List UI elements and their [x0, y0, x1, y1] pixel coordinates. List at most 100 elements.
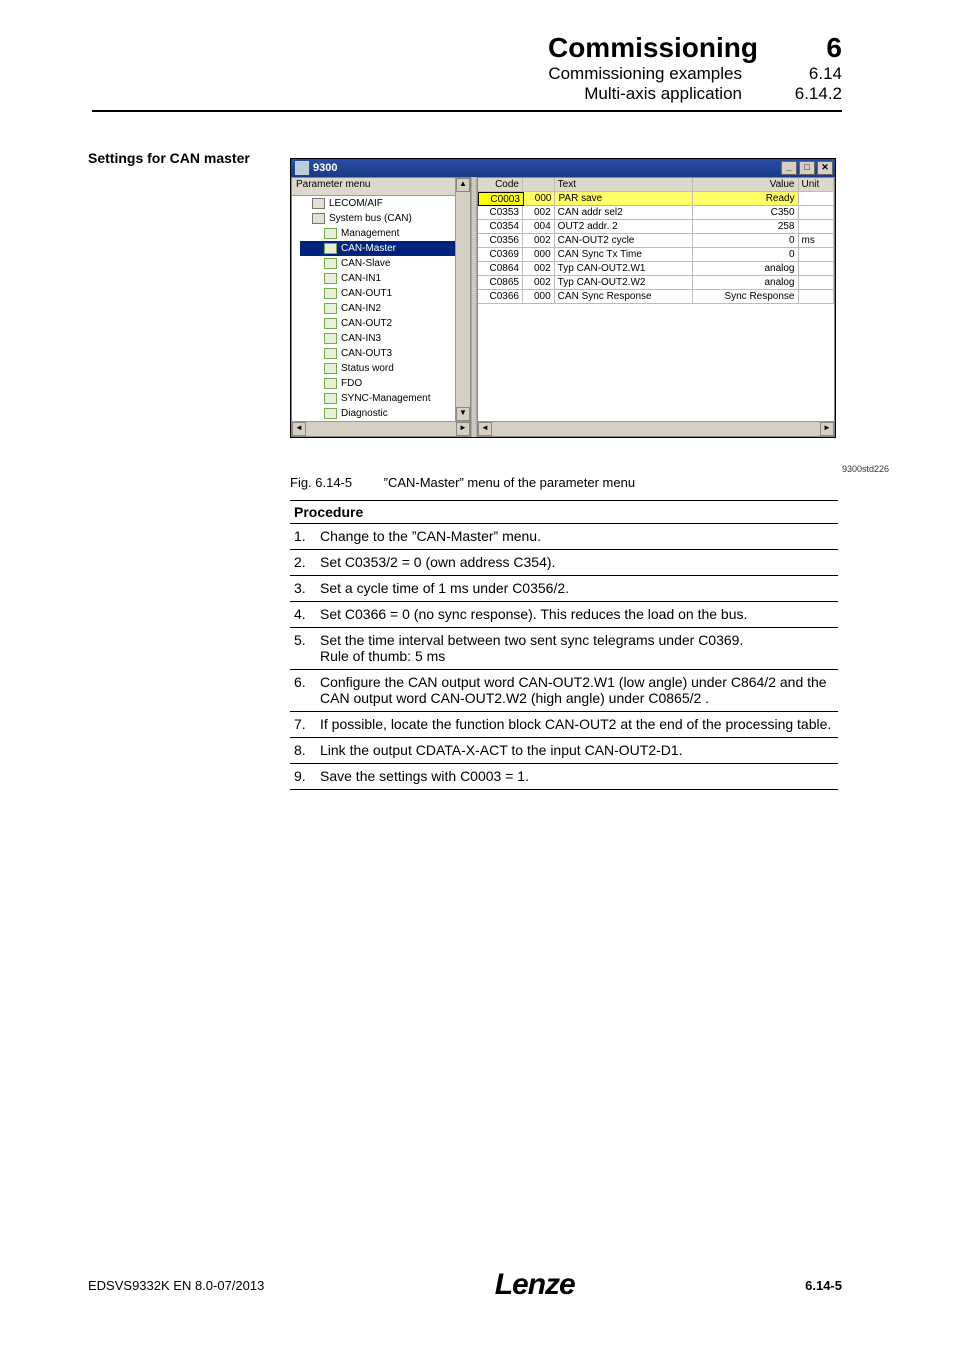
folder-icon: [324, 288, 337, 299]
table-row[interactable]: C0353002CAN addr sel2C350: [478, 206, 834, 220]
step-text: Set C0353/2 = 0 (own address C354).: [320, 554, 834, 570]
step-text: Set the time interval between two sent s…: [320, 632, 834, 664]
cell-value: Ready: [693, 192, 798, 206]
step-text: Change to the ”CAN-Master” menu.: [320, 528, 834, 544]
tree-hscroll[interactable]: ◄ ►: [292, 421, 470, 436]
footer-logo: Lenze: [495, 1268, 575, 1302]
page-header: Commissioning 6 Commissioning examples 6…: [382, 32, 842, 104]
cell-value: 0: [693, 248, 799, 262]
tree-item[interactable]: CAN-OUT2: [300, 316, 455, 331]
folder-icon: [324, 243, 337, 254]
cell-unit: ms: [799, 234, 834, 248]
tree-item[interactable]: CAN-IN2: [300, 301, 455, 316]
col-sub[interactable]: [523, 178, 555, 192]
footer-docid: EDSVS9332K EN 8.0-07/2013: [88, 1278, 264, 1293]
table-row[interactable]: C0356002CAN-OUT2 cycle0ms: [478, 234, 834, 248]
col-text[interactable]: Text: [555, 178, 693, 192]
tree-item[interactable]: CAN-OUT1: [300, 286, 455, 301]
procedure-heading: Procedure: [290, 500, 838, 524]
header-chapter: 6: [802, 32, 842, 64]
cell-code: C0354: [478, 220, 523, 234]
close-button[interactable]: ✕: [817, 161, 833, 175]
tree-item-label: CAN-IN2: [341, 302, 381, 315]
folder-icon: [324, 348, 337, 359]
header-sub2: Multi-axis application: [584, 84, 742, 104]
cell-unit: [799, 262, 834, 276]
tree-item[interactable]: CAN-IN3: [300, 331, 455, 346]
grid-pane: Code Text Value Unit C0003000PAR saveRea…: [477, 177, 835, 437]
tree-vscroll[interactable]: ▲ ▼: [455, 178, 470, 421]
tree-item[interactable]: CAN-IN1: [300, 271, 455, 286]
table-row[interactable]: C0366000CAN Sync ResponseSync Response: [478, 290, 834, 304]
grid-hscroll[interactable]: ◄ ►: [478, 421, 834, 436]
table-row[interactable]: C0865002Typ CAN-OUT2.W2analog: [478, 276, 834, 290]
col-unit[interactable]: Unit: [799, 178, 834, 192]
col-code[interactable]: Code: [478, 178, 523, 192]
tree-item[interactable]: CAN-Slave: [300, 256, 455, 271]
table-row[interactable]: C0003000PAR saveReady: [478, 192, 834, 206]
cell-unit: [799, 276, 834, 290]
scroll-up-icon[interactable]: ▲: [456, 178, 470, 192]
scroll-right-icon[interactable]: ►: [456, 422, 470, 436]
tree-item[interactable]: Diagnostic: [300, 406, 455, 421]
cell-sub: 002: [523, 234, 555, 248]
footer-page: 6.14-5: [805, 1278, 842, 1293]
tree-item-label: CAN-Master: [341, 242, 396, 255]
cell-sub: 000: [524, 192, 556, 206]
minimize-button[interactable]: _: [781, 161, 797, 175]
tree-item-label: CAN-OUT1: [341, 287, 392, 300]
header-title: Commissioning: [548, 32, 758, 64]
cell-text: CAN Sync Response: [555, 290, 693, 304]
procedure-step: 6.Configure the CAN output word CAN-OUT2…: [290, 670, 838, 712]
tree-item[interactable]: FDO: [300, 376, 455, 391]
cell-value: analog: [693, 262, 799, 276]
tree-list[interactable]: LECOM/AIFSystem bus (CAN)ManagementCAN-M…: [292, 196, 455, 421]
tree-item[interactable]: Status word: [300, 361, 455, 376]
col-value[interactable]: Value: [693, 178, 799, 192]
folder-icon: [324, 378, 337, 389]
step-number: 4.: [294, 606, 320, 622]
maximize-button[interactable]: □: [799, 161, 815, 175]
cell-code: C0353: [478, 206, 523, 220]
tree-item[interactable]: SYNC-Management: [300, 391, 455, 406]
folder-icon: [324, 333, 337, 344]
tree-item[interactable]: Management: [300, 226, 455, 241]
table-row[interactable]: C0864002Typ CAN-OUT2.W1analog: [478, 262, 834, 276]
tree-item[interactable]: CAN-OUT3: [300, 346, 455, 361]
cell-value: 258: [693, 220, 799, 234]
cell-text: PAR save: [555, 192, 693, 206]
cell-sub: 002: [523, 206, 555, 220]
scroll-left-icon[interactable]: ◄: [292, 422, 306, 436]
cell-value: 0: [693, 234, 799, 248]
cell-text: Typ CAN-OUT2.W1: [555, 262, 693, 276]
tree-item-label: SYNC-Management: [341, 392, 430, 405]
grid-scroll-left-icon[interactable]: ◄: [478, 422, 492, 436]
procedure-step: 7.If possible, locate the function block…: [290, 712, 838, 738]
tree-item-label: CAN-IN3: [341, 332, 381, 345]
cell-unit: [799, 290, 834, 304]
table-row[interactable]: C0369000CAN Sync Tx Time0: [478, 248, 834, 262]
folder-icon: [324, 318, 337, 329]
procedure-step: 4.Set C0366 = 0 (no sync response). This…: [290, 602, 838, 628]
tree-item[interactable]: LECOM/AIF: [300, 196, 455, 211]
grid-scroll-right-icon[interactable]: ►: [820, 422, 834, 436]
tree-header: Parameter menu: [292, 178, 455, 196]
folder-icon: [324, 228, 337, 239]
page-footer: EDSVS9332K EN 8.0-07/2013 Lenze 6.14-5: [88, 1268, 842, 1302]
tree-item-label: CAN-OUT3: [341, 347, 392, 360]
scroll-down-icon[interactable]: ▼: [456, 407, 470, 421]
cell-code: C0864: [478, 262, 523, 276]
titlebar[interactable]: 9300 _ □ ✕: [291, 159, 835, 177]
tree-item[interactable]: CAN-Master: [300, 241, 455, 256]
figure-caption: Fig. 6.14-5 ”CAN-Master” menu of the par…: [290, 475, 635, 490]
table-row[interactable]: C0354004OUT2 addr. 2258: [478, 220, 834, 234]
header-rule: [92, 110, 842, 112]
step-number: 7.: [294, 716, 320, 732]
figure-label: Fig. 6.14-5: [290, 475, 380, 490]
cell-text: CAN Sync Tx Time: [555, 248, 693, 262]
tree-item-label: LECOM/AIF: [329, 197, 383, 210]
figure-id: 9300std226: [842, 464, 889, 474]
tree-item[interactable]: System bus (CAN): [300, 211, 455, 226]
folder-icon: [324, 303, 337, 314]
app-icon: [295, 161, 309, 175]
